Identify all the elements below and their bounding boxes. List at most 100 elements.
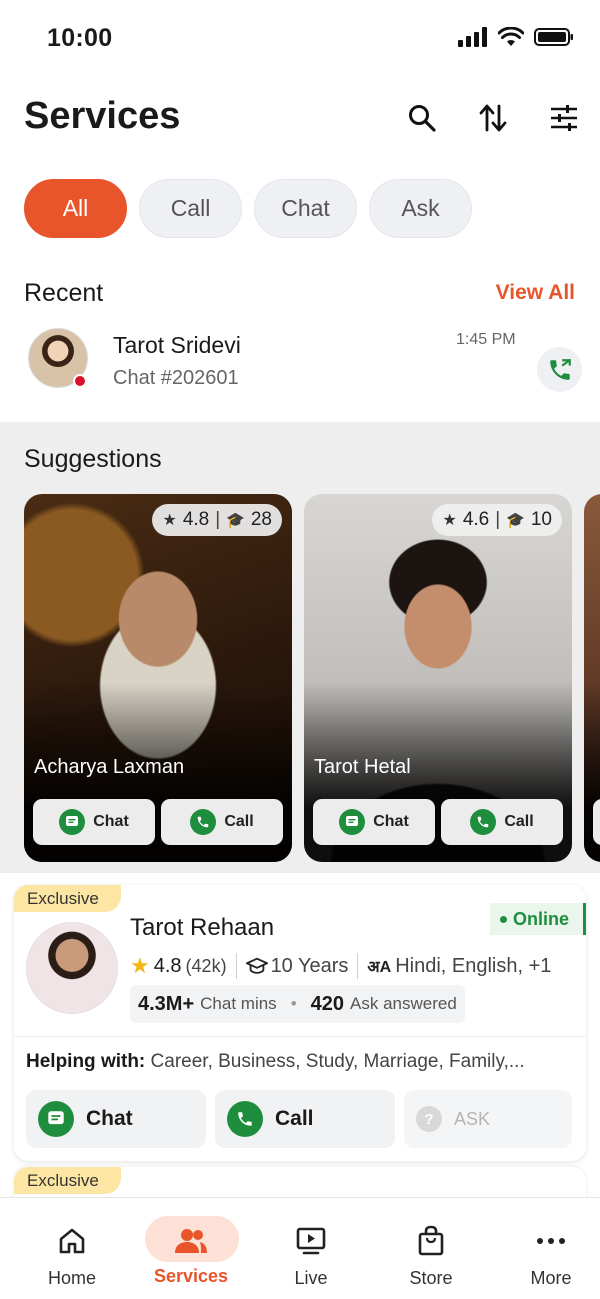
call-button[interactable]: Call (161, 799, 283, 845)
astrologer-stats: 4.3M+ Chat mins • 420 Ask answered (130, 985, 465, 1023)
nav-home[interactable]: Home (17, 1198, 127, 1299)
search-icon (409, 105, 436, 132)
sort-arrows-icon (479, 104, 507, 132)
filter-chips: All Call Chat Ask (24, 179, 472, 238)
chat-icon (38, 1101, 74, 1137)
shopping-bag-icon (418, 1225, 444, 1256)
ask-icon: ? (416, 1106, 442, 1132)
phone-icon (190, 809, 217, 835)
phone-icon (227, 1101, 263, 1137)
home-icon (59, 1228, 85, 1254)
grad-cap-icon (245, 957, 268, 974)
chat-label: Chat (373, 813, 409, 830)
wifi-icon (498, 27, 524, 46)
recent-call-button[interactable] (537, 347, 582, 392)
chip-call[interactable]: Call (139, 179, 242, 238)
chat-button[interactable] (593, 799, 600, 845)
play-screen-icon (296, 1227, 326, 1255)
suggestion-card-peek[interactable] (584, 494, 600, 862)
divider (14, 1036, 586, 1037)
chip-ask[interactable]: Ask (369, 179, 472, 238)
call-button[interactable]: Call (215, 1090, 395, 1148)
chat-button[interactable]: Chat (26, 1090, 206, 1148)
users-icon (175, 1229, 207, 1253)
nav-label: Live (294, 1268, 328, 1288)
experience-value: 28 (250, 509, 272, 530)
more-icon (537, 1238, 565, 1244)
nav-services[interactable]: Services (136, 1198, 246, 1299)
call-label: Call (275, 1107, 314, 1130)
online-label: Online (512, 908, 569, 929)
phone-incoming-icon (549, 358, 571, 380)
status-icons (458, 27, 574, 47)
chat-mins-value: 4.3M+ (138, 992, 195, 1015)
status-dot (73, 374, 87, 388)
experience-value: 10 Years (270, 954, 349, 977)
star-icon: ★ (162, 512, 177, 529)
chat-button[interactable]: Chat (33, 799, 155, 845)
suggestion-card[interactable]: ★ 4.6 | 🎓 10 Tarot Hetal Chat Call (304, 494, 572, 862)
call-label: Call (224, 813, 254, 830)
nav-label: More (530, 1268, 572, 1288)
status-bar: 10:00 (0, 0, 600, 78)
nav-store[interactable]: Store (376, 1198, 486, 1299)
sliders-icon (551, 105, 577, 131)
astrologer-name[interactable]: Tarot Rehaan (130, 914, 274, 942)
chat-mins-label: Chat mins (200, 994, 277, 1013)
chip-chat[interactable]: Chat (254, 179, 357, 238)
ask-label: ASK (454, 1108, 491, 1129)
recent-title: Recent (24, 279, 104, 307)
nav-live[interactable]: Live (256, 1198, 366, 1299)
chat-label: Chat (86, 1107, 133, 1130)
language-icon: अA (367, 959, 392, 976)
recent-name[interactable]: Tarot Sridevi (113, 332, 241, 359)
suggestion-name: Acharya Laxman (34, 756, 185, 778)
astrologer-avatar[interactable] (26, 922, 118, 1014)
ask-value: 420 (310, 992, 345, 1015)
nav-more[interactable]: More (496, 1198, 600, 1299)
ask-label: Ask answered (350, 994, 457, 1013)
grad-cap-icon: 🎓 (506, 512, 525, 529)
call-label: Call (504, 813, 534, 830)
nav-label: Store (409, 1268, 453, 1288)
phone-icon (470, 809, 497, 835)
status-time: 10:00 (47, 24, 113, 52)
recent-time: 1:45 PM (456, 331, 516, 348)
chat-button[interactable]: Chat (313, 799, 435, 845)
astrologer-meta: ★ 4.8 (42k) 10 Years अA Hindi, English, … (130, 953, 551, 979)
recent-subtitle: Chat #202601 (113, 367, 239, 389)
suggestion-card[interactable]: ★ 4.8 | 🎓 28 Acharya Laxman Chat Call (24, 494, 292, 862)
languages-value: Hindi, English, +1 (395, 954, 552, 977)
star-icon: ★ (442, 512, 457, 529)
chip-all[interactable]: All (24, 179, 127, 238)
star-icon: ★ (130, 953, 150, 978)
exclusive-badge: Exclusive (14, 885, 121, 912)
dot-separator: • (290, 994, 297, 1013)
chat-icon (59, 809, 86, 835)
rating-value: 4.6 (462, 509, 490, 530)
astrologer-card[interactable]: Exclusive Online Tarot Rehaan ★ 4.8 (42k… (14, 885, 586, 1161)
online-badge: Online (489, 903, 586, 935)
call-button[interactable]: Call (441, 799, 563, 845)
chat-icon (339, 809, 366, 835)
rating-pill: ★ 4.6 | 🎓 10 (432, 504, 562, 536)
experience-value: 10 (530, 509, 552, 530)
helping-text: Career, Business, Study, Marriage, Famil… (150, 1051, 525, 1072)
helping-with: Helping with: Career, Business, Study, M… (26, 1051, 525, 1073)
grad-cap-icon: 🎓 (226, 512, 245, 529)
filter-button[interactable] (546, 100, 582, 136)
view-all-link[interactable]: View All (496, 281, 575, 305)
search-button[interactable] (404, 100, 440, 136)
page-title: Services (24, 95, 181, 137)
online-dot (499, 915, 507, 923)
rating-pill: ★ 4.8 | 🎓 28 (152, 504, 282, 536)
review-count: (42k) (185, 955, 227, 976)
bottom-nav: Home Services Live Store More (0, 1197, 600, 1299)
signal-icon (458, 27, 487, 47)
sort-button[interactable] (475, 100, 511, 136)
rating-value: 4.8 (182, 509, 210, 530)
ask-button[interactable]: ? ASK (404, 1090, 572, 1148)
helping-label: Helping with: (26, 1051, 146, 1072)
exclusive-badge: Exclusive (14, 1167, 121, 1194)
nav-label: Services (153, 1266, 229, 1286)
